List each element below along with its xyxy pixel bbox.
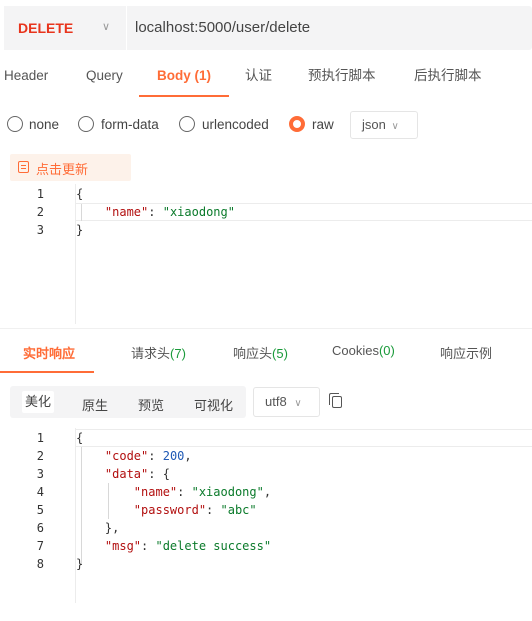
code-line: "data": { bbox=[104, 467, 170, 481]
line-number: 3 bbox=[36, 223, 44, 237]
code-line: { bbox=[76, 431, 84, 445]
encoding-select[interactable]: utf8 ∨ bbox=[253, 387, 320, 417]
tab-body[interactable]: Body (1) bbox=[157, 55, 211, 97]
line-number: 3 bbox=[36, 467, 44, 481]
active-tab-indicator bbox=[139, 95, 229, 97]
radio-form-data-label[interactable]: form-data bbox=[101, 117, 159, 132]
code-line: "code": 200, bbox=[104, 449, 192, 463]
response-body-viewer[interactable]: 1 2 3 4 5 6 7 8 { "code": 200, "data": {… bbox=[0, 428, 532, 608]
copy-icon[interactable] bbox=[329, 393, 342, 408]
view-mode-group: 美化 原生 预览 可视化 bbox=[10, 386, 246, 418]
tab-response-examples[interactable]: 响应示例 bbox=[440, 343, 492, 362]
radio-urlencoded-label[interactable]: urlencoded bbox=[202, 117, 269, 132]
request-body-editor[interactable]: 1 2 3 { "name": "xiaodong" } bbox=[0, 184, 532, 324]
tab-count: (7) bbox=[170, 346, 186, 361]
radio-raw[interactable] bbox=[289, 116, 305, 132]
url-input[interactable]: localhost:5000/user/delete bbox=[135, 6, 310, 50]
code-line: "name": "xiaodong" bbox=[104, 205, 235, 219]
tab-cookies[interactable]: Cookies(0) bbox=[332, 343, 395, 358]
radio-form-data[interactable] bbox=[78, 116, 94, 132]
line-number: 7 bbox=[36, 539, 44, 553]
radio-urlencoded[interactable] bbox=[179, 116, 195, 132]
code-line: } bbox=[76, 557, 84, 571]
active-tab-indicator bbox=[0, 371, 94, 373]
tab-count: (0) bbox=[378, 343, 395, 358]
line-number: 2 bbox=[36, 205, 44, 219]
method-label: DELETE bbox=[18, 20, 74, 36]
format-select-value: json bbox=[362, 117, 386, 132]
code-line: } bbox=[76, 223, 84, 237]
code-line: "name": "xiaodong", bbox=[133, 485, 272, 499]
encoding-select-value: utf8 bbox=[265, 394, 287, 409]
tab-label: 实时响应 bbox=[23, 346, 76, 361]
line-number: 2 bbox=[36, 449, 44, 463]
tab-header[interactable]: Header bbox=[4, 55, 48, 97]
line-number: 5 bbox=[36, 503, 44, 517]
tab-label: Cookies bbox=[332, 343, 379, 358]
tab-label: 响应头 bbox=[233, 346, 273, 361]
line-number: 1 bbox=[36, 187, 44, 201]
line-number: 4 bbox=[36, 485, 44, 499]
chevron-down-icon: ∨ bbox=[391, 121, 399, 132]
tab-pre-script[interactable]: 预执行脚本 bbox=[308, 55, 376, 97]
radio-none-label[interactable]: none bbox=[29, 117, 59, 132]
request-tabs: Header Query Body (1) 认证 预执行脚本 后执行脚本 bbox=[0, 55, 532, 99]
code-line: { bbox=[76, 187, 84, 201]
url-bar: DELETE ∨ localhost:5000/user/delete bbox=[4, 6, 532, 50]
radio-none[interactable] bbox=[7, 116, 23, 132]
beautify-label: 点击更新 bbox=[36, 162, 89, 177]
tab-request-headers[interactable]: 请求头(7) bbox=[131, 343, 186, 362]
beautify-icon bbox=[18, 161, 29, 173]
tab-count: (5) bbox=[272, 346, 288, 361]
section-divider bbox=[0, 328, 532, 329]
line-number: 1 bbox=[36, 431, 44, 445]
body-type-group: none form-data urlencoded raw bbox=[0, 109, 532, 141]
method-select[interactable]: DELETE ∨ bbox=[4, 6, 126, 50]
tab-response-headers[interactable]: 响应头(5) bbox=[233, 343, 288, 362]
current-line-highlight bbox=[75, 429, 532, 447]
format-select[interactable]: json ∨ bbox=[350, 111, 418, 139]
view-mode-preview[interactable]: 预览 bbox=[138, 395, 164, 414]
line-number: 8 bbox=[36, 557, 44, 571]
code-line: "msg": "delete success" bbox=[104, 539, 272, 553]
beautify-button[interactable]: 点击更新 bbox=[10, 154, 131, 181]
code-line: }, bbox=[76, 521, 120, 535]
view-mode-pretty[interactable]: 美化 bbox=[22, 391, 55, 413]
view-mode-raw[interactable]: 原生 bbox=[82, 395, 108, 414]
view-mode-visualize[interactable]: 可视化 bbox=[194, 395, 233, 414]
tab-label: 请求头 bbox=[131, 346, 171, 361]
tab-live-response[interactable]: 实时响应 bbox=[23, 343, 75, 362]
tab-query[interactable]: Query bbox=[86, 55, 123, 97]
divider bbox=[126, 6, 127, 50]
chevron-down-icon: ∨ bbox=[102, 21, 111, 33]
line-number: 6 bbox=[36, 521, 44, 535]
tab-label: 响应示例 bbox=[440, 346, 493, 361]
chevron-down-icon: ∨ bbox=[294, 398, 302, 409]
tab-auth[interactable]: 认证 bbox=[245, 55, 272, 97]
code-line: "password": "abc" bbox=[133, 503, 257, 517]
tab-post-script[interactable]: 后执行脚本 bbox=[414, 55, 482, 97]
radio-raw-label[interactable]: raw bbox=[312, 117, 334, 132]
